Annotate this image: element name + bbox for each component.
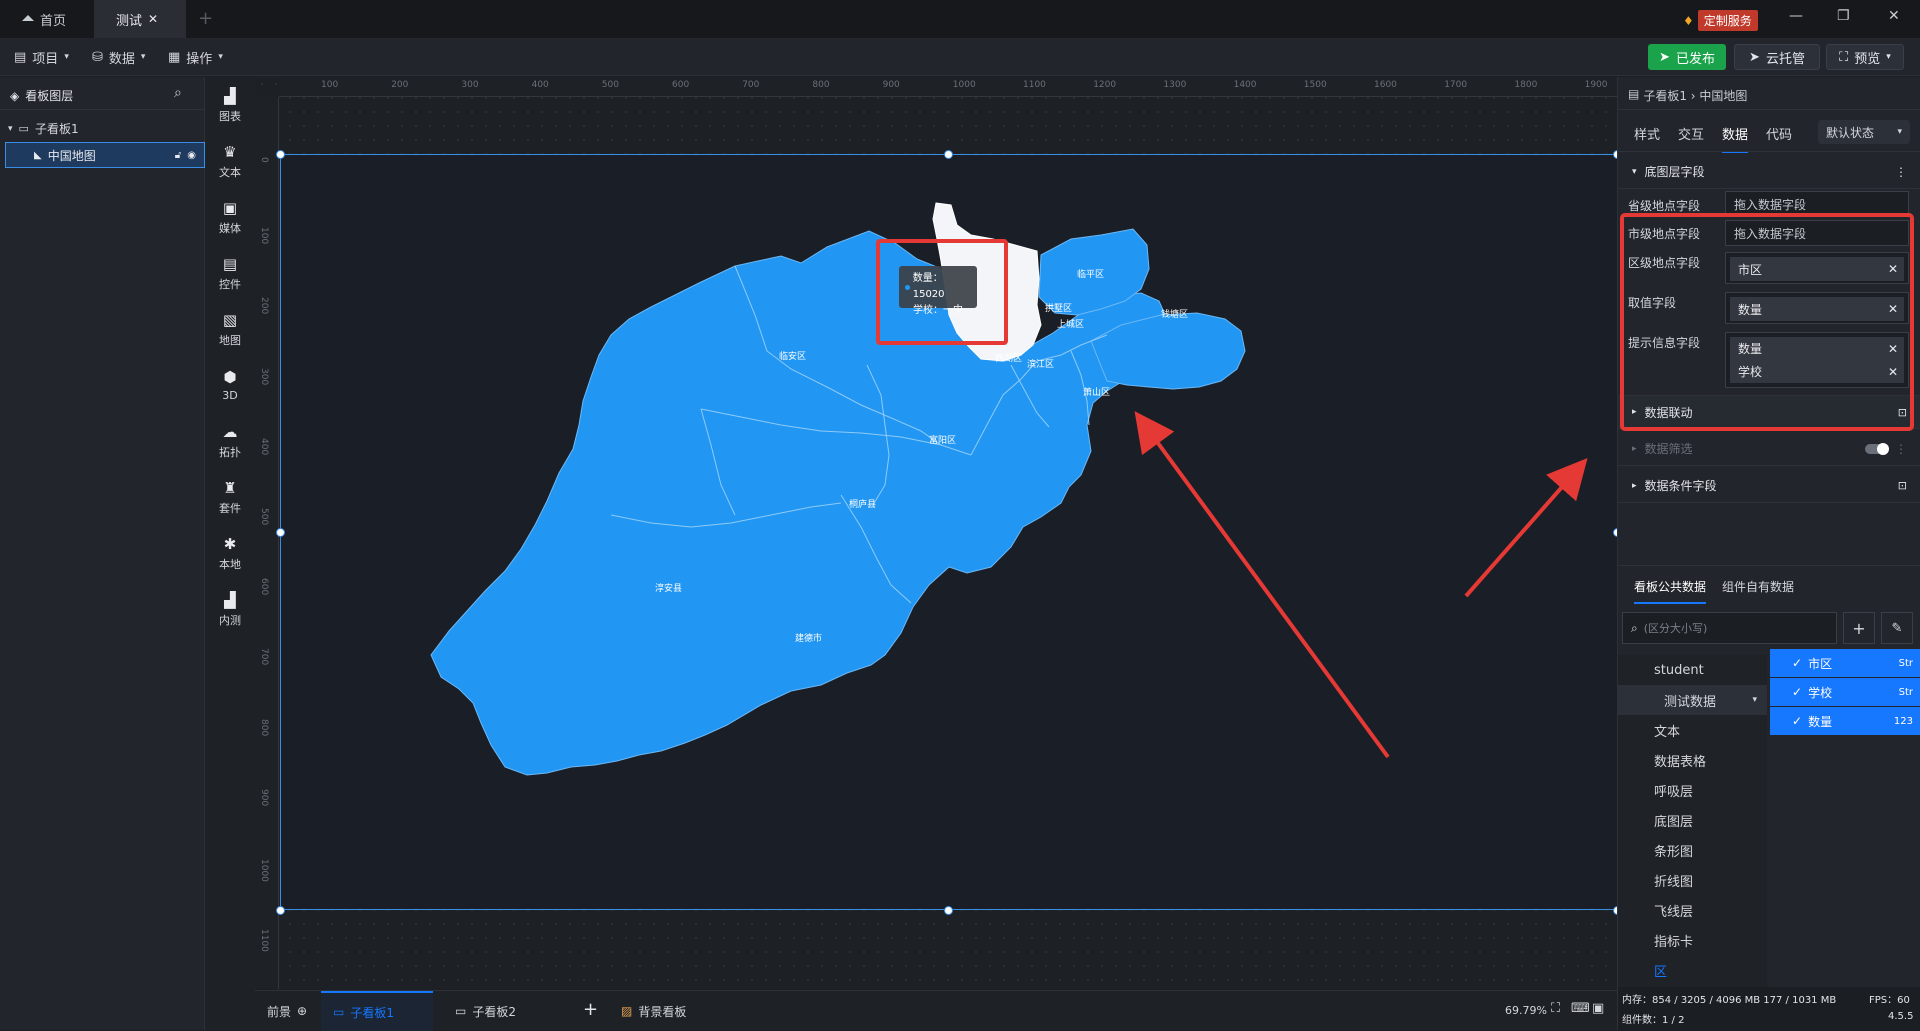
properties-panel: ▤ 子看板1 › 中国地图 样式 交互 数据 代码 默认状态 ▾ ▾ 底图层字段… — [1617, 77, 1920, 1030]
caret-right-icon: ▸ — [1632, 480, 1637, 491]
section-data-condition[interactable]: ▸ 数据条件字段 ⊡ — [1618, 469, 1920, 503]
zoom-level[interactable]: 69.79% — [1505, 1004, 1547, 1017]
list-item[interactable]: 条形图 — [1618, 835, 1767, 865]
keyboard-icon[interactable]: ⌨ — [1571, 1001, 1590, 1016]
list-item[interactable]: 底图层 — [1618, 805, 1767, 835]
province-field-label: 省级地点字段 — [1628, 199, 1701, 213]
data-filter-label: 数据筛选 — [1644, 442, 1693, 456]
data-source-tabs: 看板公共数据 组件自有数据 — [1634, 578, 1794, 604]
list-item-selected[interactable]: 测试数据 ▾ — [1618, 685, 1767, 715]
status-memory: 内存：854 / 3205 / 4096 MB 177 / 1031 MB — [1622, 995, 1837, 1006]
chevron-down-icon: ▾ — [1897, 127, 1902, 137]
search-icon: ⌕ — [1631, 620, 1638, 635]
subboard2-tab[interactable]: ▭ 子看板2 — [443, 991, 528, 1031]
breadcrumb: ▤ 子看板1 › 中国地图 — [1628, 87, 1747, 104]
page-icon: ▤ — [1628, 87, 1640, 101]
plus-icon: + — [1852, 618, 1866, 638]
toggle-switch[interactable] — [1865, 442, 1889, 455]
data-list: student 测试数据 ▾ 文本 数据表格 呼吸层 底图层 条形图 折线图 飞… — [1618, 655, 1767, 1030]
list-item[interactable]: 呼吸层 — [1618, 775, 1767, 805]
subboard1-label: 子看板1 — [350, 1005, 394, 1020]
data-search-placeholder: (区分大小写) — [1643, 622, 1708, 635]
annotation-arrow-left — [1134, 411, 1390, 759]
front-tab[interactable]: 前景 ⊕ — [255, 991, 319, 1031]
check-icon: ✓ — [1792, 714, 1803, 728]
list-item[interactable]: student — [1618, 655, 1767, 685]
divider — [1618, 565, 1920, 566]
edit-data-button[interactable]: ✎ — [1881, 612, 1913, 644]
status-bar: 内存：854 / 3205 / 4096 MB 177 / 1031 MB FP… — [1618, 987, 1920, 1030]
caret-down-icon: ▾ — [1632, 166, 1637, 177]
data-field-type: Str — [1898, 686, 1913, 698]
section-base-fields[interactable]: ▾ 底图层字段 ⋮ — [1618, 155, 1920, 189]
list-item[interactable]: 折线图 — [1618, 865, 1767, 895]
province-field-placeholder: 拖入数据字段 — [1734, 197, 1807, 212]
caret-right-icon: ▸ — [1632, 443, 1637, 454]
front-label: 前景 — [267, 1004, 292, 1019]
background-board-tab[interactable]: ▨ 背景看板 — [609, 991, 698, 1031]
image-icon: ▨ — [621, 1004, 633, 1018]
add-circle-icon[interactable]: ⊕ — [297, 1004, 307, 1018]
edit-icon: ✎ — [1891, 620, 1903, 636]
state-select[interactable]: 默认状态 ▾ — [1818, 120, 1910, 144]
tab-interaction[interactable]: 交互 — [1678, 124, 1704, 153]
fit-icon[interactable]: ⛶ — [1551, 1001, 1560, 1016]
subboard2-label: 子看板2 — [472, 1004, 516, 1019]
bottom-bar: 前景 ⊕ ▭ 子看板1 ▭ 子看板2 + ▨ 背景看板 69.79% ⛶ ⌨ ▣ — [255, 990, 1617, 1031]
data-field-item[interactable]: ✓ 学校 Str — [1770, 678, 1920, 706]
add-board-icon[interactable]: + — [583, 999, 598, 1020]
background-board-label: 背景看板 — [638, 1004, 687, 1019]
list-item[interactable]: 飞线层 — [1618, 895, 1767, 925]
add-data-button[interactable]: + — [1843, 612, 1875, 644]
tab-data[interactable]: 数据 — [1722, 124, 1749, 153]
monitor-icon: ▭ — [333, 1005, 345, 1019]
tab-public-data[interactable]: 看板公共数据 — [1634, 578, 1707, 604]
data-search-input[interactable]: ⌕ (区分大小写) — [1622, 612, 1837, 644]
data-field-name: 市区 — [1808, 656, 1833, 671]
check-icon: ✓ — [1792, 656, 1803, 670]
prop-tabs: 样式 交互 数据 代码 — [1634, 124, 1792, 153]
status-fps: FPS：60 — [1869, 995, 1910, 1006]
data-field-item[interactable]: ✓ 数量 123 — [1770, 707, 1920, 735]
state-select-label: 默认状态 — [1826, 125, 1875, 140]
status-version: 4.5.5 — [1888, 1011, 1914, 1022]
status-components: 组件数：1 / 2 — [1622, 1015, 1685, 1026]
lock-icon[interactable]: ⊡ — [1898, 479, 1907, 492]
data-field-type: 123 — [1893, 715, 1913, 727]
terminal-icon[interactable]: ▣ — [1592, 1001, 1604, 1016]
list-item[interactable]: 区 — [1618, 955, 1767, 985]
list-item-selected-label: 测试数据 — [1664, 694, 1717, 710]
list-item[interactable]: 指标卡 — [1618, 925, 1767, 955]
divider — [1618, 109, 1920, 110]
data-field-name: 学校 — [1808, 685, 1833, 700]
more-icon[interactable]: ⋮ — [1895, 165, 1907, 179]
annotation-box-fields — [1620, 213, 1914, 431]
section-base-label: 底图层字段 — [1644, 165, 1705, 179]
tab-code[interactable]: 代码 — [1766, 124, 1792, 153]
annotation-arrow-right — [1464, 457, 1588, 598]
tab-style[interactable]: 样式 — [1634, 124, 1660, 153]
data-condition-label: 数据条件字段 — [1644, 479, 1717, 493]
check-icon: ✓ — [1792, 685, 1803, 699]
data-field-item[interactable]: ✓ 市区 Str — [1770, 649, 1920, 677]
data-field-type: Str — [1898, 657, 1913, 669]
divider — [1618, 151, 1920, 152]
tab-own-data[interactable]: 组件自有数据 — [1722, 578, 1794, 604]
list-item[interactable]: 文本 — [1618, 715, 1767, 745]
chevron-down-icon: ▾ — [1752, 695, 1757, 705]
data-field-name: 数量 — [1808, 714, 1833, 729]
breadcrumb-label: 子看板1 › 中国地图 — [1643, 89, 1748, 103]
more-icon[interactable]: ⋮ — [1895, 442, 1907, 456]
monitor-icon: ▭ — [455, 1004, 467, 1018]
list-item[interactable]: 数据表格 — [1618, 745, 1767, 775]
section-data-filter[interactable]: ▸ 数据筛选 ⋮ — [1618, 432, 1920, 466]
subboard1-tab[interactable]: ▭ 子看板1 — [321, 991, 433, 1031]
